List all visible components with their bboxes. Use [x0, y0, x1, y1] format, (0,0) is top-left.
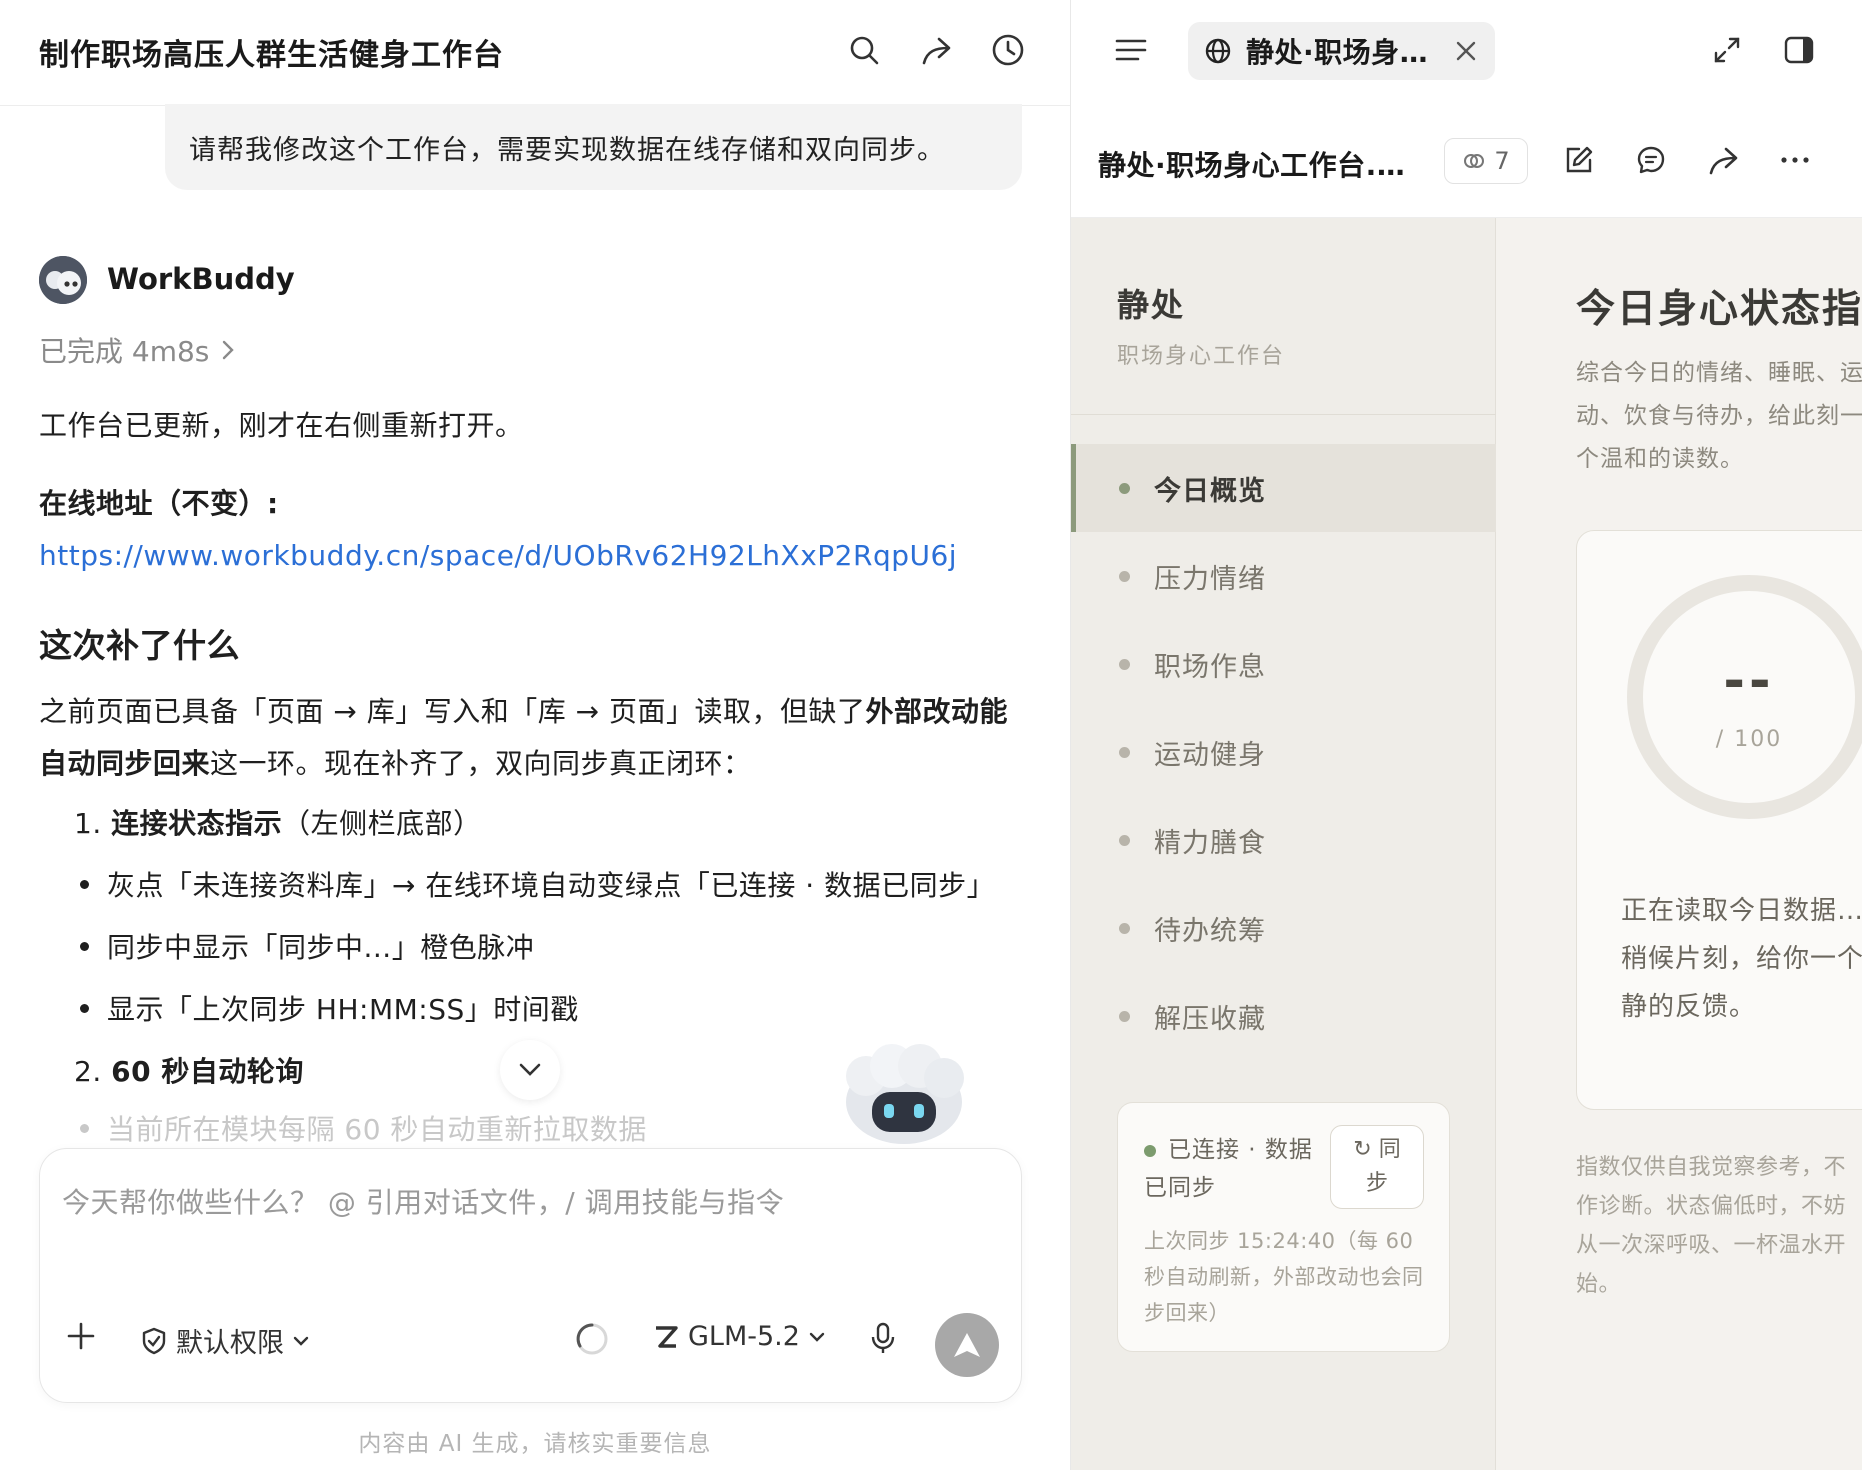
online-address-label: 在线地址（不变）:	[39, 487, 279, 520]
versions-icon	[1464, 154, 1485, 168]
composer: 默认权限 GLM-5.2	[39, 1148, 1022, 1403]
score-value: --	[1723, 651, 1775, 711]
nav-item-overview[interactable]: 今日概览	[1071, 444, 1496, 532]
tab-workbench-html[interactable]: 静处·职场身心工作台.html	[1188, 22, 1495, 80]
bullet-item: 当前所在模块每隔 60 秒自动重新拉取数据	[80, 1112, 647, 1144]
bullet-item: 显示「上次同步 HH:MM:SS」时间戳	[80, 988, 579, 1028]
app-sidebar: 静处 职场身心工作台 今日概览 压力情绪 职场作息 运动健身 精力膳食 待办统筹…	[1071, 218, 1496, 1470]
preview-tabbar: 静处·职场身心工作台.html	[1071, 0, 1862, 104]
assistant-name: WorkBuddy	[107, 262, 295, 296]
microphone-button[interactable]	[870, 1321, 896, 1355]
version-count: 7	[1494, 147, 1510, 175]
page-title: 今日身心状态指数	[1576, 287, 1862, 332]
preview-panel: 静处·职场身心工作台.html 静处·职场身心工作台.html 7	[1070, 0, 1862, 1470]
send-arrow-icon	[954, 1333, 980, 1357]
online-address-line: https://www.workbuddy.cn/space/d/UObRv62…	[39, 530, 1029, 582]
share-icon[interactable]	[1703, 140, 1743, 180]
nav-item-relax[interactable]: 解压收藏	[1071, 972, 1496, 1060]
chat-header: 制作职场高压人群生活健身工作台	[0, 0, 1070, 106]
sync-button[interactable]: ↻ 同步	[1330, 1125, 1424, 1209]
nav-item-fitness[interactable]: 运动健身	[1071, 708, 1496, 796]
add-attachment-button[interactable]	[66, 1321, 96, 1351]
summary-paragraph: 之前页面已具备「页面 → 库」写入和「库 → 页面」读取，但缺了外部改动能自动同…	[39, 695, 1009, 780]
completion-status-text: 已完成 4m8s	[39, 335, 210, 368]
send-button[interactable]	[935, 1313, 999, 1377]
zhipu-logo-icon	[656, 1325, 678, 1348]
score-ring: -- / 100	[1627, 575, 1862, 819]
nav-dot	[1119, 658, 1130, 670]
score-max: / 100	[1715, 727, 1783, 752]
sync-status: 已连接 · 数据已同步	[1144, 1137, 1313, 1201]
chevron-down-icon	[519, 1063, 541, 1076]
ai-disclaimer: 内容由 AI 生成，请核实重要信息	[358, 1431, 712, 1457]
chevron-down-icon	[293, 1336, 309, 1346]
assistant-avatar	[39, 256, 87, 304]
shield-check-icon	[142, 1327, 166, 1354]
history-icon[interactable]	[988, 30, 1028, 70]
list-item-1: 1. 连接状态指示（左侧栏底部）	[74, 807, 482, 840]
plus-icon	[67, 1322, 95, 1350]
chat-input[interactable]	[62, 1177, 1002, 1227]
comment-icon[interactable]	[1631, 140, 1671, 180]
chat-title: 制作职场高压人群生活健身工作台	[39, 38, 504, 73]
nav-dot	[1119, 482, 1130, 494]
disclaimer-note: 指数仅供自我觉察参考，不作诊断。状态偏低时，不妨从一次深呼吸、一杯温水开始。	[1576, 1155, 1847, 1297]
model-label: GLM-5.2	[688, 1321, 800, 1352]
nav-dot	[1119, 834, 1130, 846]
microphone-icon	[871, 1322, 895, 1353]
menu-icon[interactable]	[1111, 30, 1151, 70]
expand-icon[interactable]	[1707, 30, 1747, 70]
bullet-item: 灰点「未连接资料库」→ 在线环境自动变绿点「已连接 · 数据已同步」	[80, 864, 995, 904]
score-card: -- / 100 正在读取今日数据……稍候片刻，给你一个安静的反馈。	[1576, 530, 1862, 1110]
section-title: 这次补了什么	[39, 626, 240, 665]
user-message-bubble: 请帮我修改这个工作台，需要实现数据在线存储和双向同步。	[165, 104, 1022, 190]
mascot-icon[interactable]	[836, 1040, 972, 1150]
permission-label: 默认权限	[176, 1328, 284, 1359]
sidebar-toggle-icon[interactable]	[1779, 30, 1819, 70]
sidebar-divider	[1071, 414, 1496, 415]
bullet-item: 同步中显示「同步中...」橙色脉冲	[80, 926, 534, 966]
completion-status[interactable]: 已完成 4m8s	[39, 330, 235, 370]
app-main: 今日身心状态指数 综合今日的情绪、睡眠、运动、饮食与待办，给此刻一个温和的读数。…	[1496, 218, 1862, 1470]
file-toolbar: 静处·职场身心工作台.html 7	[1071, 104, 1862, 218]
nav-dot	[1119, 570, 1130, 582]
file-title: 静处·职场身心工作台.html	[1098, 149, 1418, 182]
version-badge[interactable]: 7	[1444, 138, 1528, 184]
loading-spinner-icon	[574, 1321, 610, 1357]
scroll-down-button[interactable]	[500, 1040, 560, 1100]
app-preview: 静处 职场身心工作台 今日概览 压力情绪 职场作息 运动健身 精力膳食 待办统筹…	[1071, 218, 1862, 1470]
nav-item-schedule[interactable]: 职场作息	[1071, 620, 1496, 708]
model-selector[interactable]: GLM-5.2	[652, 1321, 826, 1352]
more-icon[interactable]	[1775, 140, 1815, 180]
message-intro: 工作台已更新，刚才在右侧重新打开。	[39, 409, 524, 442]
nav-item-stress[interactable]: 压力情绪	[1071, 532, 1496, 620]
last-sync-info: 上次同步 15:24:40（每 60 秒自动刷新，外部改动也会同步回来）	[1144, 1229, 1424, 1325]
online-address-link[interactable]: https://www.workbuddy.cn/space/d/UObRv62…	[39, 539, 957, 572]
nav-dot	[1119, 1010, 1130, 1022]
connected-dot	[1144, 1144, 1156, 1157]
sync-status-card: 已连接 · 数据已同步 ↻ 同步 上次同步 15:24:40（每 60 秒自动刷…	[1117, 1102, 1450, 1352]
app-brand: 静处	[1117, 286, 1186, 324]
nav-item-diet[interactable]: 精力膳食	[1071, 796, 1496, 884]
nav-item-todo[interactable]: 待办统筹	[1071, 884, 1496, 972]
search-icon[interactable]	[844, 30, 884, 70]
chat-panel: 制作职场高压人群生活健身工作台 请帮我修改这个工作台，需要实现数据在线存储和双向…	[0, 0, 1070, 1470]
nav-dot	[1119, 746, 1130, 758]
chevron-right-icon	[223, 340, 235, 360]
list-item-2: 2. 60 秒自动轮询	[74, 1055, 304, 1088]
page-description: 综合今日的情绪、睡眠、运动、饮食与待办，给此刻一个温和的读数。	[1576, 360, 1862, 472]
close-icon[interactable]	[1451, 36, 1481, 66]
tab-label: 静处·职场身心工作台.html	[1246, 36, 1436, 69]
globe-icon	[1205, 38, 1231, 64]
edit-icon[interactable]	[1559, 140, 1599, 180]
permission-dropdown[interactable]: 默认权限	[140, 1321, 310, 1360]
app-subtitle: 职场身心工作台	[1117, 344, 1286, 369]
loading-text: 正在读取今日数据……稍候片刻，给你一个安静的反馈。	[1621, 896, 1862, 1022]
nav-dot	[1119, 922, 1130, 934]
share-icon[interactable]	[916, 30, 956, 70]
chevron-down-icon	[809, 1332, 825, 1342]
